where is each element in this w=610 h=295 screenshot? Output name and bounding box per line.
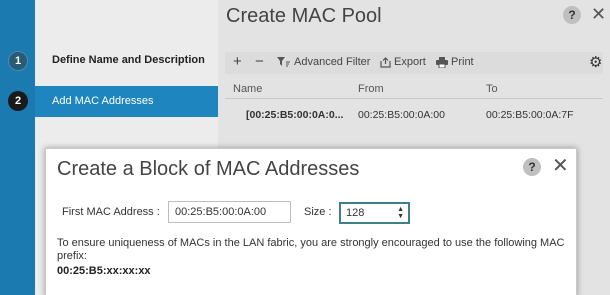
column-name[interactable]: Name xyxy=(233,83,262,95)
column-from[interactable]: From xyxy=(358,83,384,95)
wizard-rail xyxy=(0,0,35,295)
first-mac-input[interactable]: 00:25:B5:00:0A:00 xyxy=(168,201,291,223)
stepper-arrows-icon[interactable]: ▲ ▼ xyxy=(397,206,404,220)
print-icon xyxy=(436,56,448,68)
remove-button[interactable]: − xyxy=(255,53,264,70)
table-header: Name From To xyxy=(225,77,603,99)
dialog-close-icon[interactable]: ✕ xyxy=(552,156,569,176)
dialog-title: Create a Block of MAC Addresses xyxy=(57,158,360,180)
mac-prefix: 00:25:B5:xx:xx:xx xyxy=(57,265,151,277)
advanced-filter-button[interactable]: Advanced Filter xyxy=(277,56,370,68)
step-1-label[interactable]: Define Name and Description xyxy=(52,54,205,66)
help-icon[interactable]: ? xyxy=(563,6,581,24)
uniqueness-note: To ensure uniqueness of MACs in the LAN … xyxy=(57,237,565,262)
table-toolbar: + − Advanced Filter Export Print ⚙ xyxy=(225,52,603,74)
gear-icon[interactable]: ⚙ xyxy=(589,53,602,71)
export-label: Export xyxy=(394,56,426,68)
step-2-label[interactable]: Add MAC Addresses xyxy=(52,95,154,107)
first-mac-label: First MAC Address : xyxy=(62,206,160,218)
cell-to: 00:25:B5:00:0A:7F xyxy=(486,109,574,121)
table-row[interactable]: [00:25:B5:00:0A:0... 00:25:B5:00:0A:00 0… xyxy=(225,102,603,128)
step-1-number: 1 xyxy=(8,51,28,71)
create-block-dialog: Create a Block of MAC Addresses ? ✕ Firs… xyxy=(45,148,577,295)
size-stepper[interactable]: 128 ▲ ▼ xyxy=(339,202,410,224)
step-2-number: 2 xyxy=(8,91,28,111)
page-title: Create MAC Pool xyxy=(226,5,382,27)
advanced-filter-label: Advanced Filter xyxy=(294,56,371,68)
cell-name: [00:25:B5:00:0A:0... xyxy=(246,109,344,121)
print-button[interactable]: Print xyxy=(436,56,474,68)
add-button[interactable]: + xyxy=(233,53,242,70)
close-icon[interactable]: ✕ xyxy=(591,5,606,23)
export-button[interactable]: Export xyxy=(380,56,426,68)
cell-from: 00:25:B5:00:0A:00 xyxy=(358,109,445,121)
dialog-help-icon[interactable]: ? xyxy=(523,158,541,176)
filter-icon xyxy=(277,57,290,67)
column-to[interactable]: To xyxy=(486,83,498,95)
size-label: Size : xyxy=(304,206,332,218)
print-label: Print xyxy=(451,56,474,68)
export-icon xyxy=(380,56,391,68)
size-value: 128 xyxy=(346,207,365,219)
